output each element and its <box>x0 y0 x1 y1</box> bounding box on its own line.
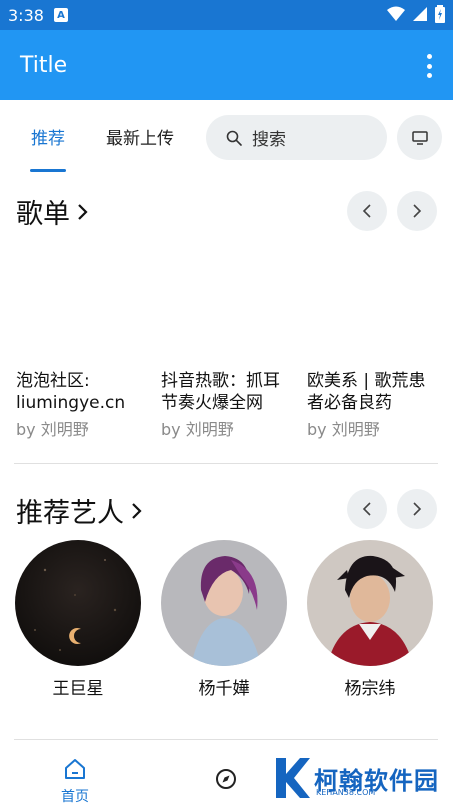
status-time: 3:38 <box>8 5 44 25</box>
tab-latest-upload[interactable]: 最新上传 <box>106 124 174 149</box>
chevron-right-icon <box>78 203 88 220</box>
watermark-logo-icon <box>276 758 310 798</box>
screen-cast-button[interactable] <box>397 115 442 160</box>
artist-avatar <box>161 540 287 666</box>
artist-avatar <box>307 540 433 666</box>
playlist-author: by 刘明野 <box>161 420 234 439</box>
section-playlists-title[interactable]: 歌单 <box>16 192 88 231</box>
nav-home-label: 首页 <box>61 789 89 805</box>
playlists-next-button[interactable] <box>397 191 437 231</box>
playlist-author: by 刘明野 <box>16 420 89 439</box>
artist-name: 杨宗纬 <box>344 679 396 699</box>
more-options-icon[interactable] <box>425 54 433 78</box>
section-artists-title[interactable]: 推荐艺人 <box>16 491 142 530</box>
battery-icon <box>435 5 445 23</box>
search-bar[interactable]: 搜索 <box>206 115 387 160</box>
playlist-cover <box>16 250 146 370</box>
monitor-icon <box>411 130 428 145</box>
app-title: Title <box>20 52 68 78</box>
chevron-left-icon <box>362 204 371 218</box>
artists-next-button[interactable] <box>397 489 437 529</box>
artist-card[interactable]: 杨宗纬 <box>307 540 433 699</box>
tab-recommend[interactable]: 推荐 <box>31 124 65 149</box>
bottom-navigation: 首页 柯翰软件园 KEHAN38.COM <box>0 740 453 805</box>
tab-indicator <box>30 169 66 172</box>
search-label: 搜索 <box>252 130 286 150</box>
playlist-title: 欧美系 | 歌荒患者必备良药 <box>307 371 426 413</box>
playlist-card[interactable]: 泡泡社区: liumingye.cn by 刘明野 <box>16 250 146 440</box>
compass-icon[interactable] <box>215 768 237 790</box>
nav-home[interactable]: 首页 <box>30 758 120 806</box>
playlist-title: 抖音热歌：抓耳节奏火爆全网 <box>161 371 280 413</box>
playlist-cover <box>161 250 291 370</box>
status-icons <box>387 5 445 23</box>
search-icon <box>226 130 242 146</box>
playlist-title: 泡泡社区: liumingye.cn <box>16 371 126 413</box>
app-bar: Title <box>0 30 453 100</box>
chevron-right-icon <box>413 502 422 516</box>
playlists-prev-button[interactable] <box>347 191 387 231</box>
artist-card[interactable]: 王巨星 <box>15 540 141 699</box>
artist-card[interactable]: 杨千嬅 <box>161 540 287 699</box>
playlist-card[interactable]: 抖音热歌：抓耳节奏火爆全网 by 刘明野 <box>161 250 291 440</box>
playlist-card[interactable]: 欧美系 | 歌荒患者必备良药 by 刘明野 <box>307 250 437 440</box>
wifi-icon <box>387 6 405 21</box>
artists-prev-button[interactable] <box>347 489 387 529</box>
chevron-left-icon <box>362 502 371 516</box>
top-tabs: 推荐 最新上传 搜索 <box>0 100 453 172</box>
watermark-sub: KEHAN38.COM <box>316 788 376 797</box>
chevron-right-icon <box>413 204 422 218</box>
playlist-cover <box>307 250 437 370</box>
signal-icon <box>413 7 427 21</box>
artist-name: 王巨星 <box>52 679 104 699</box>
home-icon <box>65 759 85 779</box>
artist-name: 杨千嬅 <box>198 679 250 699</box>
watermark: 柯翰软件园 KEHAN38.COM <box>270 756 439 800</box>
chevron-right-icon <box>132 502 142 519</box>
section-divider <box>14 463 438 464</box>
artist-avatar <box>15 540 141 666</box>
notification-a-icon: A <box>53 8 68 22</box>
section-playlists-label: 歌单 <box>16 199 70 230</box>
playlist-author: by 刘明野 <box>307 420 380 439</box>
section-artists-label: 推荐艺人 <box>16 498 124 529</box>
status-bar: 3:38 A <box>0 0 453 30</box>
